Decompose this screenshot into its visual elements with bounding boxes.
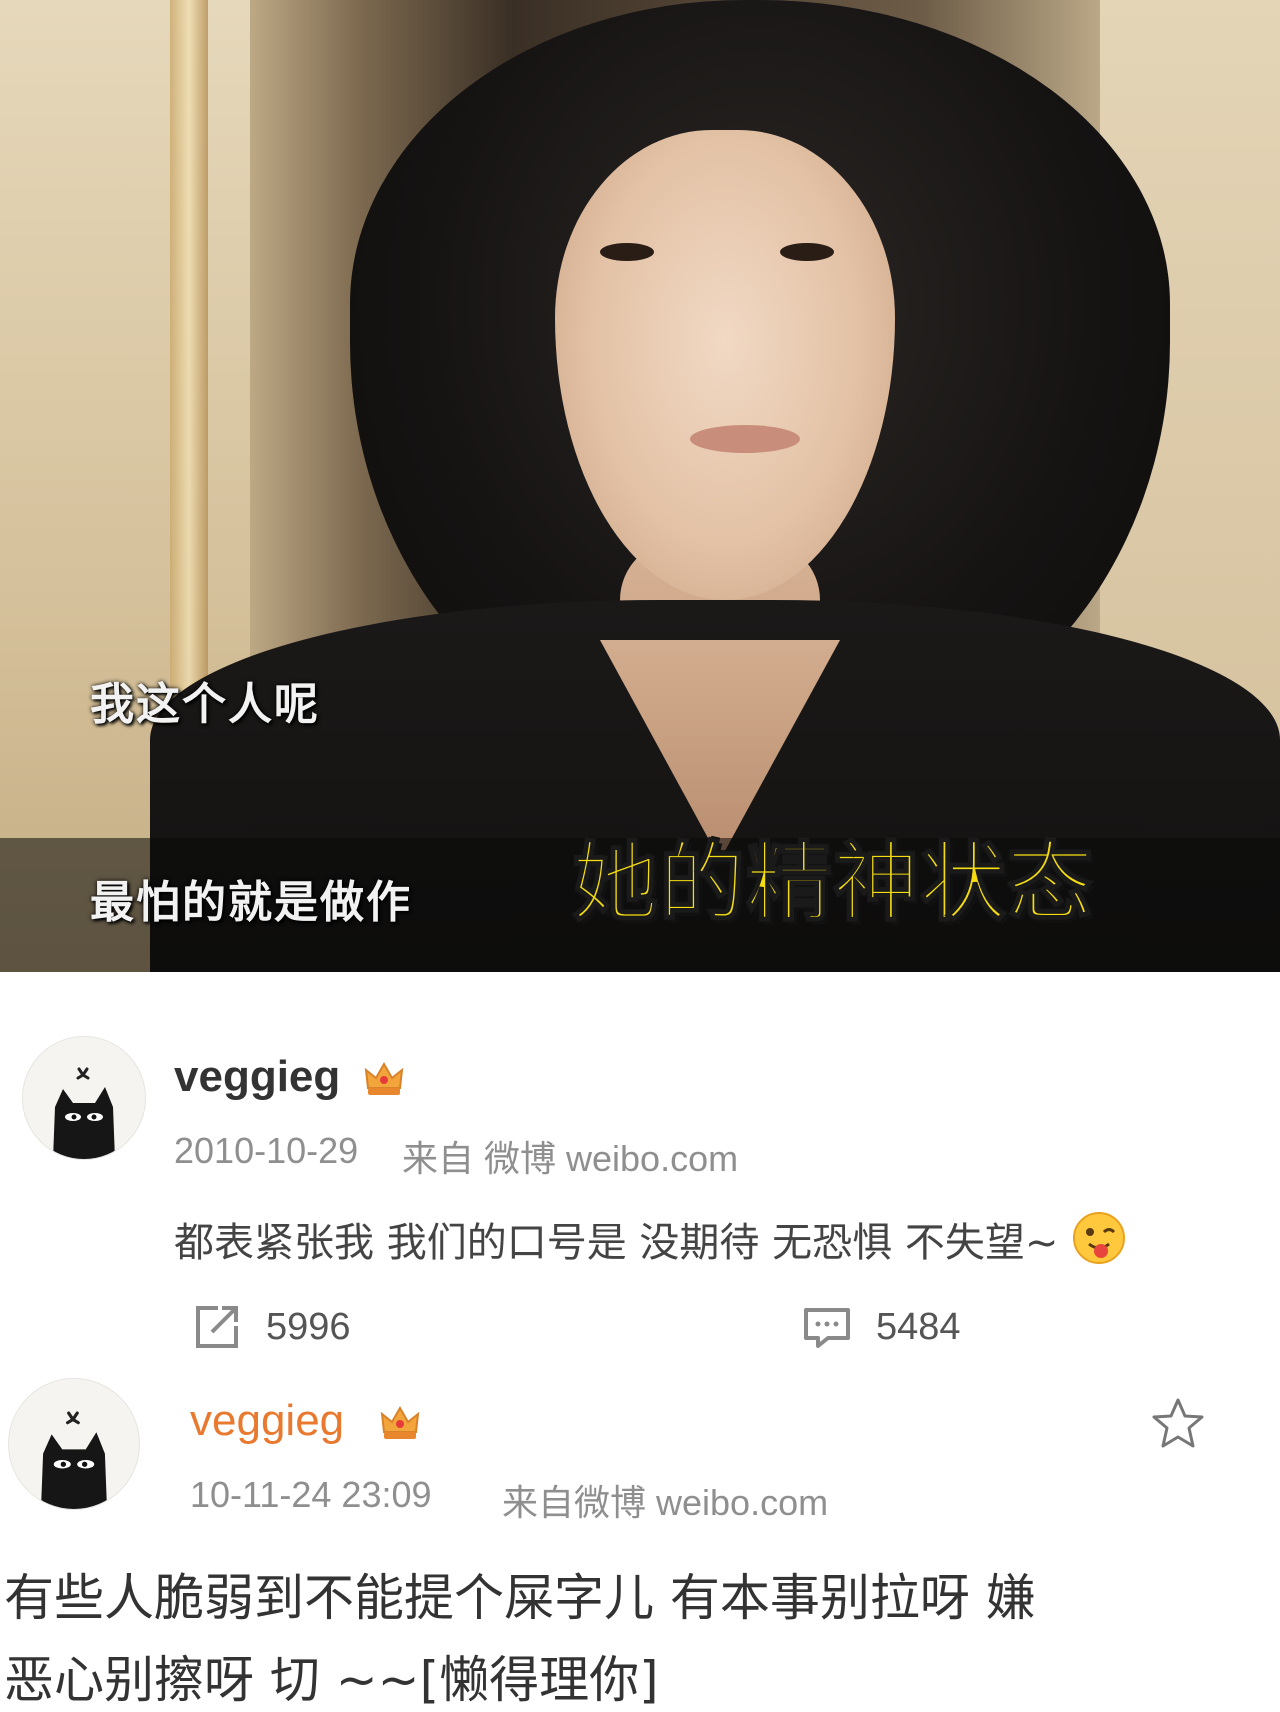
comment-2-username[interactable]: veggieg bbox=[190, 1396, 344, 1446]
comment-button[interactable]: 5484 bbox=[800, 1300, 961, 1354]
video-still-image: 我这个人呢 最怕的就是做作 她的精神状态 bbox=[0, 0, 1280, 972]
comment-count: 5484 bbox=[876, 1305, 961, 1348]
comment-2-text-line-1: 有些人脆弱到不能提个屎字儿 有本事别拉呀 嫌 bbox=[4, 1569, 1036, 1627]
person-lips bbox=[690, 425, 800, 453]
comment-1-date: 2010-10-29 bbox=[174, 1130, 359, 1171]
crown-badge-icon bbox=[364, 1061, 404, 1095]
avatar[interactable] bbox=[8, 1378, 140, 1510]
black-cat-avatar-icon bbox=[23, 1037, 145, 1159]
comment-2-date: 10-11-24 23:09 bbox=[190, 1474, 432, 1515]
comment-2-text-line-2: 恶心别擦呀 切 ~~[懒得理你] bbox=[4, 1651, 659, 1709]
star-icon[interactable] bbox=[1150, 1396, 1206, 1452]
person-eye-right bbox=[780, 243, 834, 261]
meme-caption: 她的精神状态 bbox=[571, 832, 1094, 934]
comment-1-text-content: 都表紧张我 我们的口号是 没期待 无恐惧 不失望~ bbox=[174, 1220, 1059, 1266]
tongue-out-emoji-icon bbox=[1073, 1212, 1126, 1264]
comment-1-text: 都表紧张我 我们的口号是 没期待 无恐惧 不失望~ bbox=[174, 1210, 1127, 1268]
repost-count: 5996 bbox=[266, 1305, 351, 1348]
black-cat-avatar-icon bbox=[9, 1379, 139, 1509]
comment-1-source[interactable]: 来自 微博 weibo.com bbox=[402, 1130, 738, 1182]
comment-2-source[interactable]: 来自微博 weibo.com bbox=[502, 1474, 828, 1526]
subtitle-line-2: 最怕的就是做作 bbox=[90, 877, 412, 928]
repost-icon bbox=[196, 1306, 238, 1348]
repost-button[interactable]: 5996 bbox=[190, 1300, 351, 1354]
person-eye-left bbox=[600, 243, 654, 261]
crown-badge-icon bbox=[380, 1405, 420, 1439]
avatar[interactable] bbox=[22, 1036, 146, 1160]
subtitle-line-1: 我这个人呢 bbox=[90, 679, 320, 730]
comment-1-username[interactable]: veggieg bbox=[174, 1052, 340, 1102]
comment-icon bbox=[804, 1308, 850, 1348]
